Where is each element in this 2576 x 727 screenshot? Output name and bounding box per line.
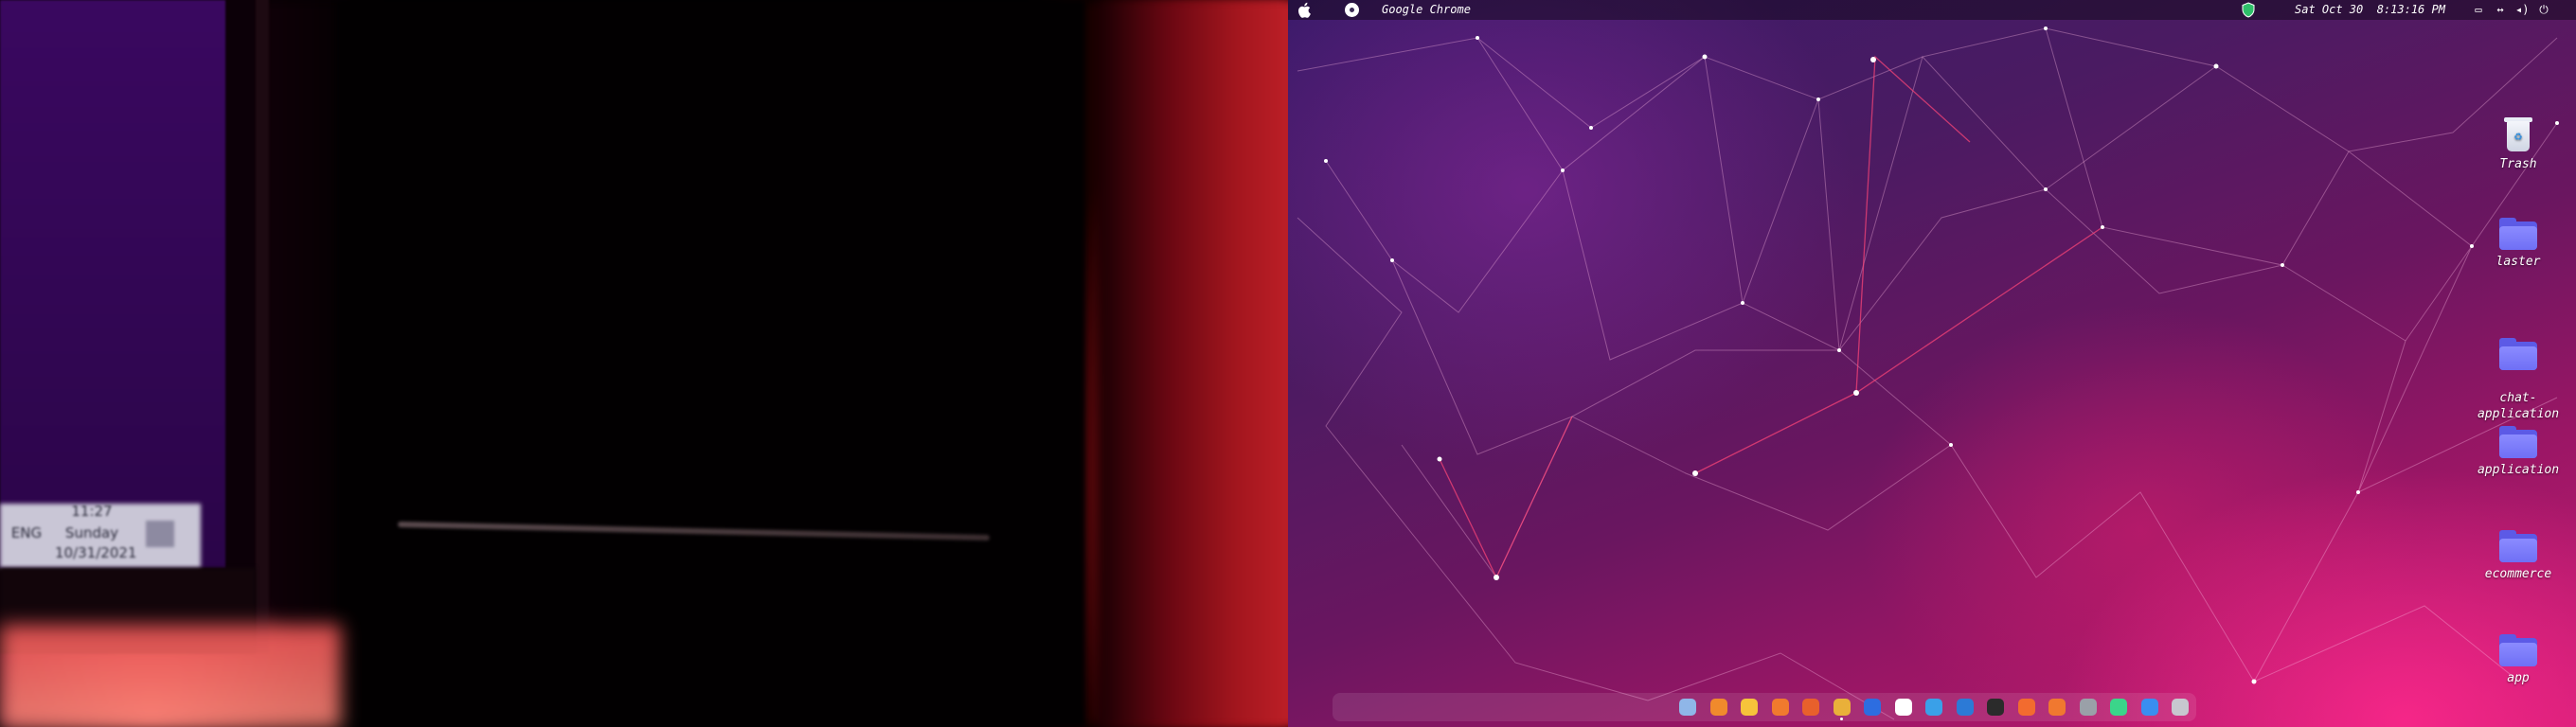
desktop-icon-label: app — [2507, 671, 2530, 685]
postman-icon[interactable] — [2017, 699, 2035, 716]
desktop-icon-label: application — [2477, 463, 2560, 477]
wallpaper-network — [1297, 27, 2559, 720]
firefox-icon[interactable] — [1802, 699, 1819, 716]
desktop-icon-chat-application[interactable]: chat- application — [2476, 322, 2561, 438]
vscode-icon[interactable] — [1956, 699, 1974, 716]
chrome-app-icon — [1345, 3, 1359, 17]
desktop-icon-label: laster — [2496, 255, 2541, 269]
desktop-icon-label: Trash — [2499, 157, 2537, 171]
trash-dock-icon[interactable] — [2172, 699, 2189, 716]
desktop-icon-label: ecommerce — [2484, 567, 2552, 581]
menu-bar: Google Chrome Sat Oct 30 8:13:16 PM ▭ ↔ … — [1288, 0, 2576, 20]
volume-icon[interactable]: ◂) — [2515, 3, 2529, 16]
browser-icon[interactable] — [2140, 699, 2158, 716]
notes-icon[interactable] — [1925, 699, 1942, 716]
folder-icon — [2499, 426, 2537, 458]
app-icon[interactable] — [2110, 699, 2127, 716]
running-indicator — [1839, 718, 1843, 720]
chrome-icon[interactable] — [1833, 699, 1851, 716]
password-manager-icon[interactable] — [1894, 699, 1912, 716]
desktop-icon-trash[interactable]: ♻ Trash — [2476, 115, 2561, 172]
shield-icon[interactable] — [2242, 2, 2255, 18]
notification-icon — [146, 521, 174, 547]
active-app-name[interactable]: Google Chrome — [1382, 3, 1471, 16]
power-icon[interactable]: ⏻ — [2537, 3, 2550, 16]
dark-center-area — [337, 0, 1085, 727]
desktop-icon-laster[interactable]: laster — [2476, 218, 2561, 270]
folder-icon — [2499, 338, 2537, 370]
trash-icon: ♻ — [2502, 115, 2534, 153]
desktop-icon-ecommerce[interactable]: ecommerce — [2476, 530, 2561, 582]
menubar-clock[interactable]: Sat Oct 30 8:13:16 PM — [2295, 3, 2445, 16]
monitor-screen — [0, 0, 225, 568]
pink-glow — [0, 625, 341, 727]
taskbar-date: 10/31/2021 — [55, 544, 137, 561]
taskbar-language: ENG — [10, 524, 43, 541]
red-speaker — [1099, 0, 1288, 727]
taskbar-time: 11:27 — [71, 503, 113, 520]
files-icon[interactable] — [1741, 699, 1758, 716]
terminal-icon[interactable] — [1987, 699, 2004, 716]
settings-icon[interactable] — [2079, 699, 2097, 716]
folder-icon — [2499, 634, 2537, 666]
dock-background — [1333, 693, 2196, 721]
desktop-icon-app[interactable]: app — [2476, 634, 2561, 686]
apple-menu-icon[interactable] — [1297, 2, 1313, 18]
photo-panel: ENG 11:27 Sunday 10/31/2021 — [0, 0, 1288, 727]
screen-mirror-icon[interactable]: ▭ — [2472, 3, 2485, 16]
desktop-icon-label: chat- application — [2477, 391, 2560, 421]
finder-icon[interactable] — [1679, 699, 1696, 716]
app-store-icon[interactable] — [1771, 699, 1789, 716]
brush-icon[interactable] — [2048, 699, 2066, 716]
network-arrows-icon[interactable]: ↔ — [2494, 3, 2507, 16]
folder-icon — [2499, 530, 2537, 562]
launcher-icon[interactable] — [1709, 699, 1727, 716]
zoom-icon[interactable] — [1864, 699, 1881, 716]
desktop-icon-application[interactable]: application — [2476, 426, 2561, 478]
taskbar-day: Sunday — [64, 524, 119, 541]
home-folder-icon — [2499, 218, 2537, 250]
desktop: Google Chrome Sat Oct 30 8:13:16 PM ▭ ↔ … — [1288, 0, 2576, 727]
